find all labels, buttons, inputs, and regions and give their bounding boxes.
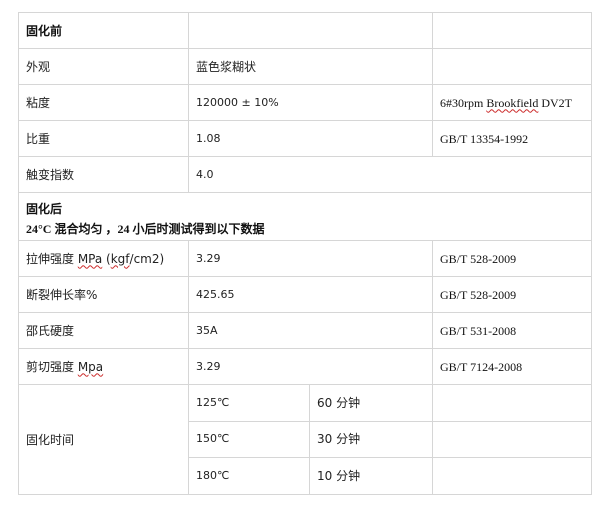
method-suffix: DV2T bbox=[538, 95, 573, 110]
section-before-cure-row: 固化前 bbox=[18, 12, 592, 49]
property-value: 4.0 bbox=[188, 156, 592, 193]
spec-sheet: 固化前 外观 蓝色浆糊状 粘度 120000 ± 10% 6#30rpm Bro… bbox=[18, 12, 592, 495]
property-label: 外观 bbox=[18, 48, 189, 85]
cure-duration: 60 分钟 bbox=[309, 384, 433, 422]
empty-cell bbox=[432, 420, 592, 459]
spellcheck-word: Mpa bbox=[77, 359, 104, 374]
table-row: 拉伸强度 MPa (kgf/cm2) 3.29 GB/T 528-2009 bbox=[18, 240, 592, 277]
property-label: 邵氏硬度 bbox=[18, 312, 189, 349]
label-suffix: /cm2) bbox=[129, 251, 165, 266]
property-label: 拉伸强度 MPa (kgf/cm2) bbox=[18, 240, 189, 277]
cure-temperature: 125℃ bbox=[188, 384, 310, 422]
test-method: GB/T 13354-1992 bbox=[432, 120, 592, 157]
section-heading-after-cure: 固化后 bbox=[26, 202, 63, 216]
property-value: 3.29 bbox=[188, 240, 433, 277]
property-value: 1.08 bbox=[188, 120, 433, 157]
table-row: 粘度 120000 ± 10% 6#30rpm Brookfield DV2T bbox=[18, 84, 592, 121]
table-row: 剪切强度 Mpa 3.29 GB/T 7124-2008 bbox=[18, 348, 592, 385]
table-row: 断裂伸长率% 425.65 GB/T 528-2009 bbox=[18, 276, 592, 313]
label-mid: ( bbox=[102, 251, 111, 266]
property-value: 425.65 bbox=[188, 276, 433, 313]
spellcheck-word: kgf bbox=[110, 251, 130, 266]
property-label: 比重 bbox=[18, 120, 189, 157]
property-label: 断裂伸长率% bbox=[18, 276, 189, 313]
method-prefix: 6#30rpm bbox=[440, 95, 487, 110]
table-row: 触变指数 4.0 bbox=[18, 156, 592, 193]
spellcheck-word: MPa bbox=[77, 251, 103, 266]
section-after-cure-row: 固化后 24°C 混合均匀 ，24 小后时测试得到以下数据 bbox=[18, 192, 592, 241]
cure-time-label: 固化时间 bbox=[18, 384, 189, 495]
table-row: 外观 蓝色浆糊状 bbox=[18, 48, 592, 85]
spec-table: 固化前 外观 蓝色浆糊状 粘度 120000 ± 10% 6#30rpm Bro… bbox=[18, 12, 592, 495]
property-value: 120000 ± 10% bbox=[188, 84, 433, 121]
label-prefix: 拉伸强度 bbox=[26, 251, 78, 266]
test-method: 6#30rpm Brookfield DV2T bbox=[432, 84, 592, 121]
empty-cell bbox=[432, 457, 592, 495]
cure-temperature: 150℃ bbox=[188, 420, 310, 459]
property-value: 35A bbox=[188, 312, 433, 349]
property-label: 触变指数 bbox=[18, 156, 189, 193]
spellcheck-word: Brookfield bbox=[486, 95, 539, 110]
test-method bbox=[432, 48, 592, 85]
property-value: 3.29 bbox=[188, 348, 433, 385]
label-prefix: 剪切强度 bbox=[26, 359, 78, 374]
table-row: 邵氏硬度 35A GB/T 531-2008 bbox=[18, 312, 592, 349]
section-after-cure-cell: 固化后 24°C 混合均匀 ，24 小后时测试得到以下数据 bbox=[18, 192, 592, 241]
test-condition-note: 24°C 混合均匀 ，24 小后时测试得到以下数据 bbox=[26, 222, 265, 236]
test-method: GB/T 531-2008 bbox=[432, 312, 592, 349]
table-row: 比重 1.08 GB/T 13354-1992 bbox=[18, 120, 592, 157]
test-method: GB/T 528-2009 bbox=[432, 240, 592, 277]
test-method: GB/T 7124-2008 bbox=[432, 348, 592, 385]
empty-cell bbox=[432, 12, 592, 49]
empty-cell bbox=[432, 384, 592, 422]
cure-temperature: 180℃ bbox=[188, 457, 310, 495]
section-heading-before-cure: 固化前 bbox=[18, 12, 189, 49]
test-method: GB/T 528-2009 bbox=[432, 276, 592, 313]
property-label: 剪切强度 Mpa bbox=[18, 348, 189, 385]
property-label: 粘度 bbox=[18, 84, 189, 121]
empty-cell bbox=[188, 12, 433, 49]
property-value: 蓝色浆糊状 bbox=[188, 48, 433, 85]
cure-duration: 30 分钟 bbox=[309, 420, 433, 459]
cure-duration: 10 分钟 bbox=[309, 457, 433, 495]
cure-time-row: 固化时间 125℃ 60 分钟 bbox=[18, 384, 592, 495]
